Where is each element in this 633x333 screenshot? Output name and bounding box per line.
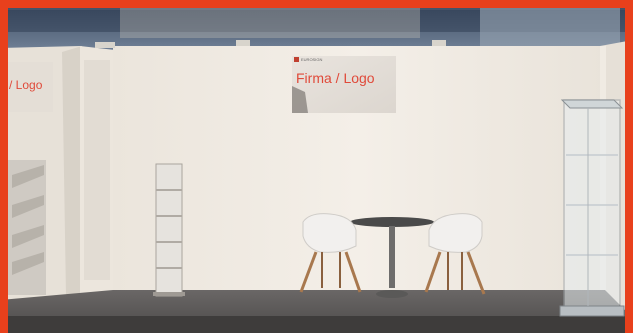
- spot-light: [432, 40, 446, 46]
- main-sign-brand: EUROSIGN: [301, 57, 323, 62]
- glass-display-cabinet: [559, 99, 625, 317]
- spot-light: [236, 40, 250, 46]
- booth-scene: Firma / Logo EUROSIGN / Logo: [0, 0, 633, 333]
- left-brochure-rack: [8, 160, 46, 295]
- brochure-stand: [153, 163, 185, 297]
- main-sign-title: Firma / Logo: [296, 70, 375, 86]
- left-sign-title: / Logo: [9, 78, 43, 92]
- booth-illustration: [0, 0, 633, 333]
